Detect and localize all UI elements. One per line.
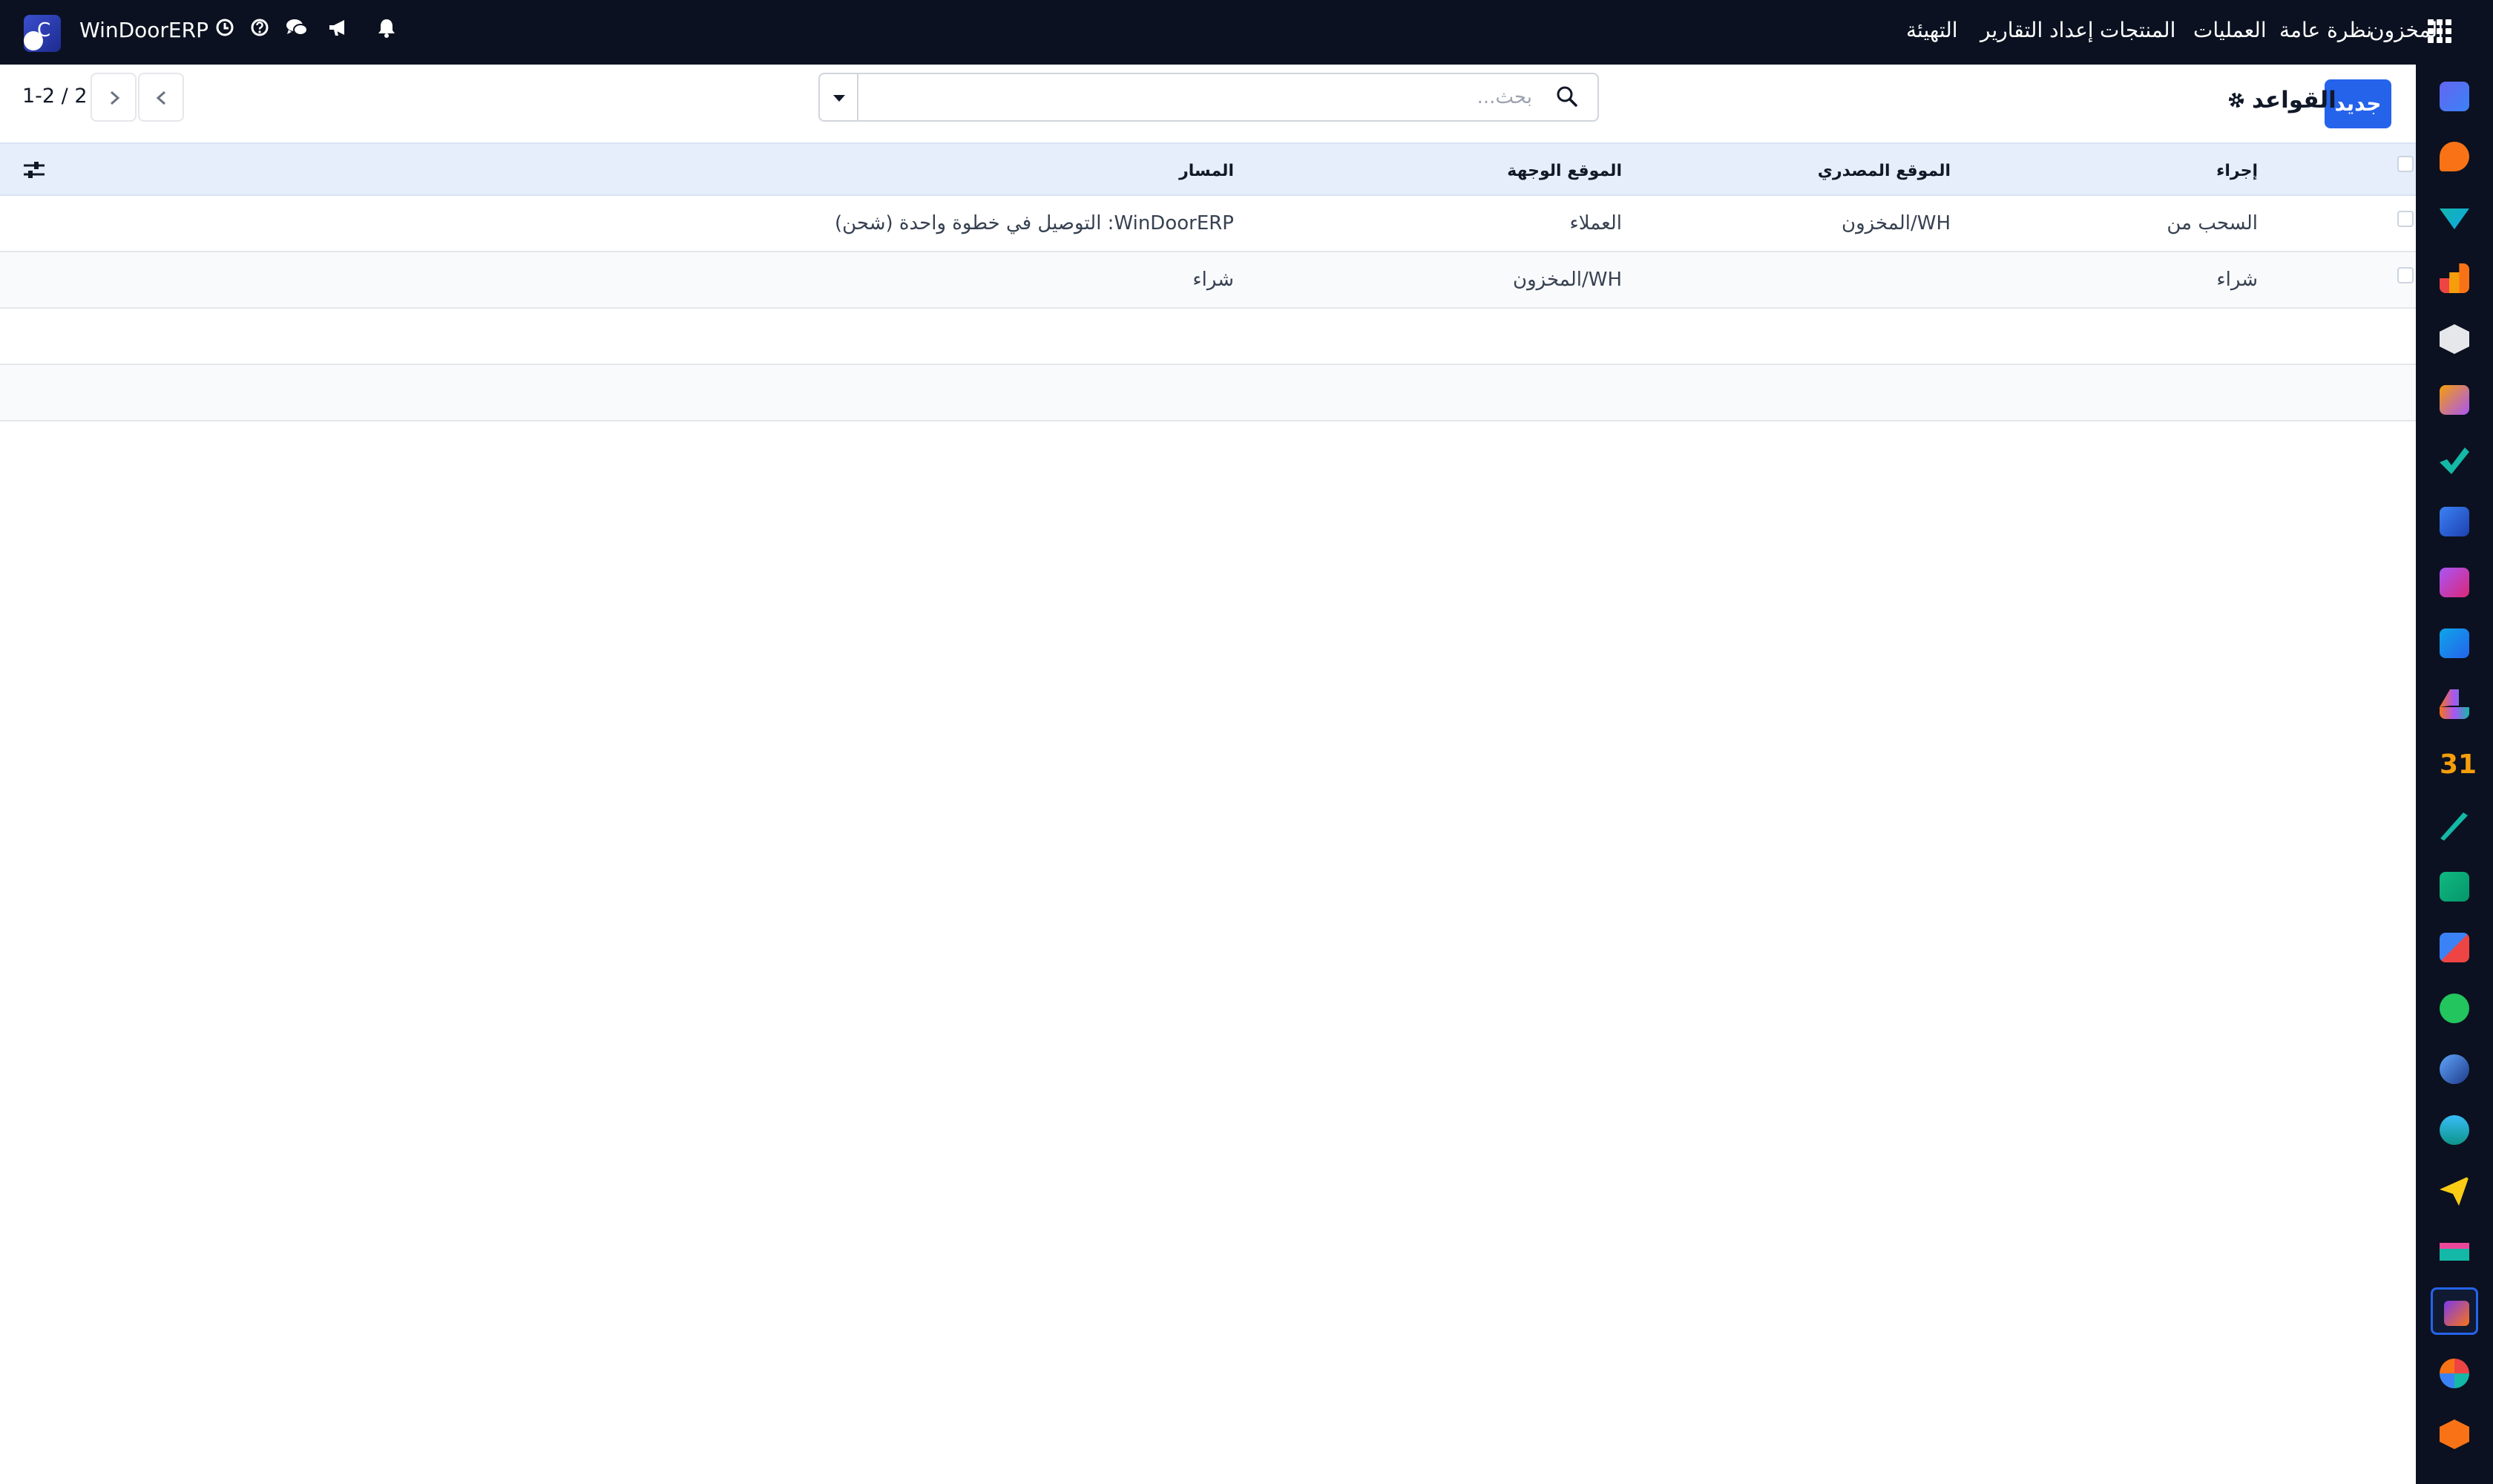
cell-source: WH/المخزون xyxy=(1842,212,1951,234)
dock-employees-icon[interactable] xyxy=(2440,689,2469,719)
row-checkbox[interactable] xyxy=(2397,267,2414,283)
chat-icon[interactable] xyxy=(285,18,309,42)
chevron-right-icon xyxy=(111,91,120,105)
dock-sales-icon[interactable] xyxy=(2440,203,2469,232)
dock-calendar-icon[interactable]: 31 xyxy=(2440,750,2477,780)
dock-reports-icon[interactable] xyxy=(2440,263,2469,293)
cell-action: السحب من xyxy=(2167,212,2258,234)
company-name[interactable]: WinDoorERP xyxy=(79,18,208,42)
logo-dot xyxy=(24,31,43,50)
dock-hexagon-icon[interactable] xyxy=(2440,1419,2469,1449)
search-bar xyxy=(818,73,1599,122)
dock-package-icon[interactable] xyxy=(2440,568,2469,597)
dock-bank-icon[interactable] xyxy=(2440,1237,2469,1267)
search-icon[interactable] xyxy=(1556,85,1581,111)
cell-destination: WH/المخزون xyxy=(1513,269,1622,291)
company-logo[interactable]: C xyxy=(24,15,61,52)
cell-action: شراء xyxy=(2216,269,2258,291)
chevron-left-icon xyxy=(156,91,165,105)
column-header-route[interactable]: المسار xyxy=(1179,162,1234,180)
dock-contact-card-icon[interactable] xyxy=(2440,872,2469,902)
search-input[interactable] xyxy=(864,80,1532,114)
gear-icon[interactable] xyxy=(2225,91,2247,113)
dock-checkmark-icon[interactable] xyxy=(2440,446,2469,476)
dock-pie-icon[interactable] xyxy=(2440,1359,2469,1388)
dock-whatsapp-icon[interactable] xyxy=(2440,994,2469,1023)
dock-dashboard-icon[interactable] xyxy=(2440,933,2469,962)
dock-sign-icon[interactable] xyxy=(2440,811,2469,841)
dock-contacts-icon[interactable] xyxy=(2440,385,2469,415)
select-all-checkbox[interactable] xyxy=(2397,156,2414,172)
cell-route: WinDoorERP: التوصيل في خطوة واحدة (شحن) xyxy=(835,212,1234,234)
menu-products[interactable]: المنتجات xyxy=(2100,18,2175,42)
dock-invoice-icon[interactable] xyxy=(2440,628,2469,658)
pager-next-button[interactable] xyxy=(91,73,137,122)
page-title: القواعد xyxy=(2252,87,2336,114)
table-row[interactable]: السحب من WH/المخزون العملاء WinDoorERP: … xyxy=(0,196,2416,252)
clock-icon[interactable] xyxy=(213,18,237,42)
menu-overview[interactable]: نظرة عامة xyxy=(2279,18,2372,42)
pager-value[interactable]: 1-2 / 2 xyxy=(22,85,88,108)
dock-wave-icon[interactable] xyxy=(2440,1115,2469,1145)
column-header-action[interactable]: إجراء xyxy=(2216,162,2258,180)
search-options-toggle[interactable] xyxy=(820,74,858,120)
dock-send-icon[interactable] xyxy=(2440,1176,2469,1206)
top-navbar: C WinDoorERP التهيئة إعداد التقارير المن… xyxy=(0,0,2493,65)
cell-destination: العملاء xyxy=(1569,212,1622,234)
pager-previous-button[interactable] xyxy=(138,73,184,122)
row-checkbox[interactable] xyxy=(2397,211,2414,227)
menu-operations[interactable]: العمليات xyxy=(2193,18,2267,42)
bell-icon[interactable] xyxy=(375,18,398,42)
table-header: إجراء الموقع المصدري الموقع الوجهة المسا… xyxy=(0,142,2416,196)
megaphone-icon[interactable] xyxy=(326,18,350,42)
empty-row xyxy=(0,309,2416,365)
column-header-source[interactable]: الموقع المصدري xyxy=(1818,162,1951,180)
dock-inventory-icon[interactable] xyxy=(2431,1287,2478,1335)
dock-book-icon[interactable] xyxy=(2440,507,2469,536)
menu-configuration[interactable]: التهيئة xyxy=(1906,18,1958,42)
cell-route: شراء xyxy=(1192,269,1234,291)
help-icon[interactable] xyxy=(248,18,272,42)
column-header-destination[interactable]: الموقع الوجهة xyxy=(1507,162,1622,180)
dock-discuss-icon[interactable] xyxy=(2440,142,2469,171)
apps-grid-icon[interactable] xyxy=(2428,19,2451,43)
dock-mail-icon[interactable] xyxy=(2440,82,2469,111)
menu-reporting[interactable]: إعداد التقارير xyxy=(1980,18,2094,42)
optional-columns-icon[interactable] xyxy=(22,159,46,181)
empty-row xyxy=(0,365,2416,421)
table-row[interactable]: شراء WH/المخزون شراء xyxy=(0,252,2416,309)
app-dock: 31 xyxy=(2416,65,2493,1484)
dock-timer-icon[interactable] xyxy=(2440,1054,2469,1084)
dock-box-icon[interactable] xyxy=(2440,324,2469,354)
